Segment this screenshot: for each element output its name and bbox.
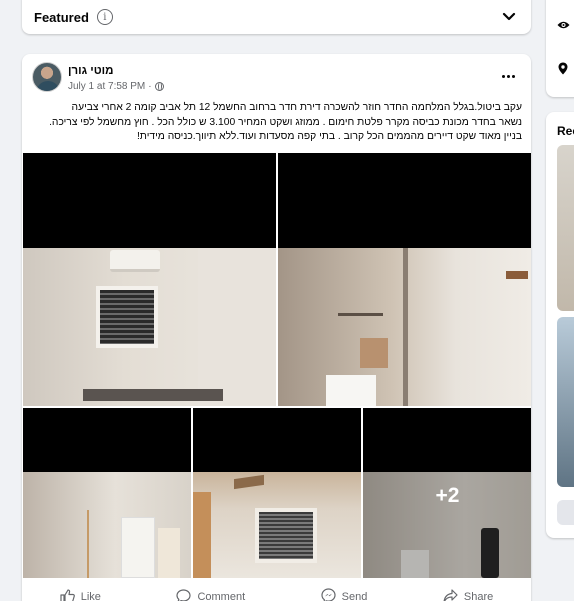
location-pin-icon: [558, 62, 568, 80]
post-actions: Like Comment Send Share: [22, 580, 531, 601]
recommended-button[interactable]: [557, 500, 574, 525]
more-options-icon[interactable]: [497, 68, 519, 84]
sidebar-recommended-card: Rec: [546, 112, 574, 538]
avatar[interactable]: [32, 62, 62, 92]
sidebar-recommended-title: Rec: [557, 124, 574, 138]
chevron-down-icon[interactable]: [499, 7, 519, 27]
like-label: Like: [80, 591, 101, 601]
thumbs-up-icon: [60, 588, 75, 601]
post-header: מוטי גורן July 1 at 7:58 PM ·: [22, 54, 531, 98]
sidebar-intro-card: [546, 0, 574, 97]
meta-separator: ·: [148, 81, 152, 92]
send-label: Send: [341, 591, 368, 601]
recommended-thumbnail[interactable]: [557, 145, 574, 311]
post-photo-more[interactable]: +2: [363, 408, 531, 578]
post-author[interactable]: מוטי גורן: [68, 65, 113, 77]
air-conditioner: [110, 250, 160, 272]
post-text-line: עקב ביטול.בגלל המלחמה החדר חוזר להשכרה ד…: [71, 102, 522, 113]
more-photos-count: +2: [363, 408, 531, 578]
post-meta: July 1 at 7:58 PM ·: [68, 81, 164, 92]
post-photo[interactable]: [278, 153, 531, 406]
post-timestamp[interactable]: July 1 at 7:58 PM: [68, 81, 145, 92]
post-photo[interactable]: [23, 408, 191, 578]
post-photo[interactable]: [193, 408, 361, 578]
recommended-thumbnail[interactable]: [557, 317, 574, 487]
info-icon[interactable]: i: [96, 9, 113, 25]
share-label: Share: [463, 591, 494, 601]
post-text-line: נשאר בחדר מכונת כביסה מקרר פלטת חימום . …: [49, 116, 522, 128]
post-text-line: בניין מאוד שקט דיירים מהממים הכל קרוב . …: [136, 131, 522, 142]
post-text: עקב ביטול.בגלל המלחמה החדר חוזר להשכרה ד…: [34, 101, 522, 145]
featured-bar[interactable]: Featured i: [22, 0, 531, 34]
comment-icon: [176, 588, 192, 601]
like-button[interactable]: Like: [60, 588, 101, 601]
globe-icon: [154, 82, 164, 91]
comment-label: Comment: [197, 591, 246, 601]
post-card: מוטי גורן July 1 at 7:58 PM · עקב ביטול.…: [22, 54, 531, 601]
send-button[interactable]: Send: [321, 588, 368, 601]
eye-icon: [557, 17, 570, 35]
post-photo[interactable]: [23, 153, 276, 406]
window-shutter: [96, 286, 158, 348]
share-button[interactable]: Share: [443, 588, 494, 601]
comment-button[interactable]: Comment: [176, 588, 246, 601]
share-icon: [443, 588, 458, 601]
messenger-icon: [321, 588, 336, 601]
featured-label: Featured: [34, 9, 89, 25]
